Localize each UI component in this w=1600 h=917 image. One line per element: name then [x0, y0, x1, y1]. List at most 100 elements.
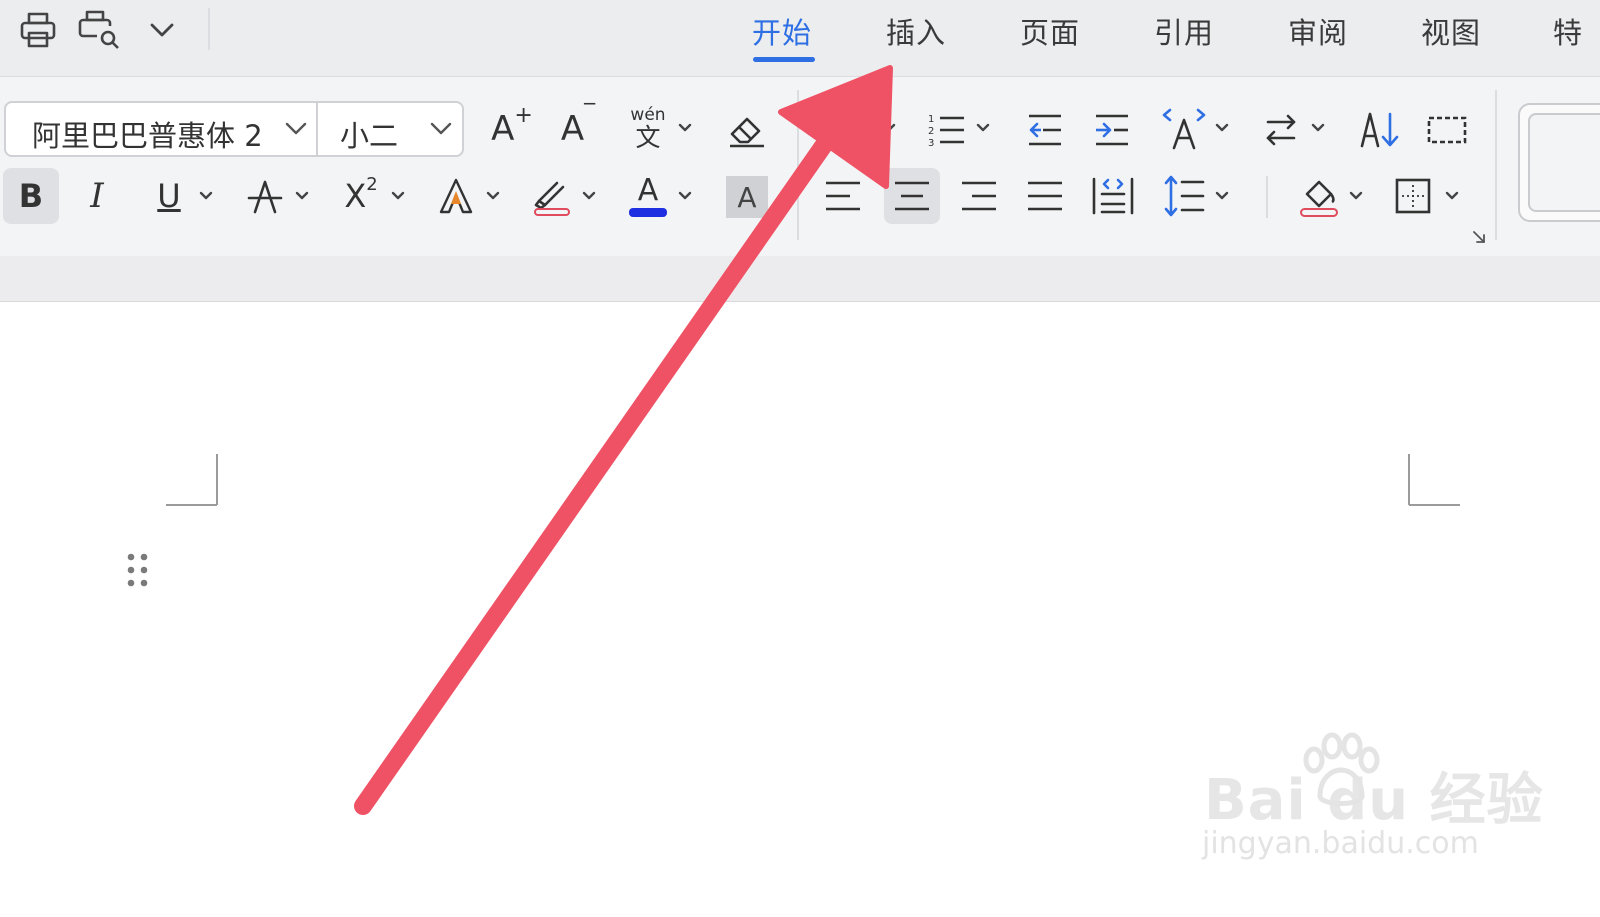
bold-icon: B: [18, 177, 44, 215]
svg-text:2: 2: [928, 126, 934, 137]
ruler-strip: [0, 256, 1600, 302]
tab-references[interactable]: 引用: [1154, 10, 1214, 52]
decrease-indent-icon: [1029, 114, 1061, 146]
align-right-icon: [962, 181, 996, 211]
phonetic-guide-button[interactable]: wén 文: [624, 104, 672, 154]
tab-review[interactable]: 审阅: [1288, 10, 1348, 52]
shrink-font-button[interactable]: A ‾: [556, 101, 600, 152]
dialog-launcher-icon[interactable]: [1471, 229, 1487, 245]
svg-text:1: 1: [928, 114, 934, 125]
grow-font-button[interactable]: A +: [490, 102, 534, 152]
tab-insert[interactable]: 插入: [886, 10, 946, 52]
bold-button[interactable]: B: [3, 168, 59, 224]
chevron-down-icon[interactable]: [485, 190, 501, 202]
chevron-down-icon[interactable]: [198, 190, 214, 202]
chevron-down-icon[interactable]: [284, 120, 308, 138]
character-shading-button[interactable]: A: [726, 176, 768, 218]
line-spacing-icon: [1164, 175, 1205, 217]
chevron-down-icon[interactable]: [429, 120, 453, 138]
tab-page[interactable]: 页面: [1020, 10, 1080, 52]
paint-bucket-icon: [1300, 180, 1338, 217]
align-center-button[interactable]: [884, 168, 940, 224]
separator: [1495, 90, 1497, 240]
print-button[interactable]: [16, 8, 60, 52]
justify-button[interactable]: [1022, 172, 1068, 220]
chevron-down-icon[interactable]: [677, 190, 693, 202]
increase-indent-icon: [1096, 114, 1128, 146]
distributed-align-icon: [1092, 177, 1134, 215]
separator: [1266, 176, 1268, 218]
clear-format-button[interactable]: [724, 106, 770, 152]
chevron-down-icon[interactable]: [1214, 122, 1230, 134]
strikethrough-button[interactable]: [240, 168, 290, 224]
tab-home[interactable]: 开始: [752, 10, 812, 52]
watermark-url: jingyan.baidu.com: [1202, 826, 1479, 861]
chevron-down-icon[interactable]: [1348, 190, 1364, 202]
justify-icon: [1028, 181, 1062, 211]
line-spacing-button[interactable]: [1160, 170, 1208, 222]
sort-button[interactable]: [1356, 106, 1404, 152]
underline-icon: U: [157, 177, 181, 215]
underline-button[interactable]: U: [146, 168, 192, 224]
grow-font-icon: A: [491, 109, 515, 149]
font-size-dropdown[interactable]: 小二: [340, 113, 398, 155]
align-left-button[interactable]: [820, 172, 866, 220]
shading-button[interactable]: [1294, 170, 1344, 222]
chevron-down-icon[interactable]: [581, 190, 597, 202]
text-effect-icon: [439, 178, 473, 214]
paw-icon: [1303, 732, 1380, 806]
font-color-icon: A: [637, 172, 659, 208]
style-thumbnail[interactable]: [1528, 113, 1600, 212]
styles-gallery[interactable]: [1518, 103, 1600, 222]
increase-indent-button[interactable]: [1089, 108, 1135, 152]
chevron-down-icon: [150, 23, 174, 37]
border-icon: [1395, 178, 1431, 214]
text-direction-icon: [1266, 114, 1296, 146]
block-drag-handle-icon[interactable]: [124, 551, 152, 591]
align-center-icon: [895, 181, 929, 211]
tab-special[interactable]: 特: [1553, 10, 1583, 52]
table-marks-icon: [1427, 116, 1467, 144]
align-left-icon: [826, 181, 860, 211]
superscript-button[interactable]: X 2: [336, 168, 386, 224]
chevron-down-icon[interactable]: [390, 190, 406, 202]
phonetic-char-icon: 文: [635, 122, 661, 152]
highlight-button[interactable]: [528, 168, 576, 224]
chevron-down-icon[interactable]: [881, 122, 897, 134]
print-preview-button[interactable]: [76, 8, 124, 52]
chevron-down-icon[interactable]: [677, 122, 693, 134]
borders-button[interactable]: [1390, 172, 1436, 220]
text-effect-button[interactable]: [432, 168, 480, 224]
character-spacing-button[interactable]: [1158, 104, 1210, 154]
print-preview-icon: [78, 10, 119, 49]
align-right-button[interactable]: [956, 172, 1002, 220]
plus-icon: +: [514, 102, 533, 128]
chevron-down-icon[interactable]: [1214, 190, 1230, 202]
separator: [208, 8, 210, 50]
separator: [316, 103, 318, 155]
character-shading-icon: A: [737, 180, 757, 214]
superscript-icon: X: [344, 177, 367, 215]
quick-access-more-button[interactable]: [146, 14, 178, 46]
decrease-indent-button[interactable]: [1022, 108, 1068, 152]
font-color-button[interactable]: A: [624, 168, 672, 224]
tab-view[interactable]: 视图: [1421, 10, 1481, 52]
numbering-button[interactable]: 1 2 3: [924, 108, 968, 152]
distributed-button[interactable]: [1088, 170, 1138, 222]
chevron-down-icon[interactable]: [1444, 190, 1460, 202]
italic-button[interactable]: I: [72, 168, 122, 224]
chevron-down-icon[interactable]: [1310, 122, 1326, 134]
svg-text:3: 3: [928, 138, 934, 149]
phonetic-text: wén: [630, 104, 666, 125]
text-direction-button[interactable]: [1258, 108, 1304, 152]
show-hide-marks-button[interactable]: [1424, 108, 1470, 152]
separator: [797, 90, 799, 240]
font-name-dropdown[interactable]: 阿里巴巴普惠体 2: [32, 113, 272, 155]
chevron-down-icon[interactable]: [975, 122, 991, 134]
chevron-down-icon[interactable]: [294, 190, 310, 202]
printer-icon: [20, 12, 56, 48]
minus-icon: ‾: [584, 100, 596, 126]
numbered-list-icon: 1 2 3: [928, 114, 964, 149]
highlighter-icon: [534, 181, 570, 216]
shrink-font-icon: A: [560, 109, 585, 149]
